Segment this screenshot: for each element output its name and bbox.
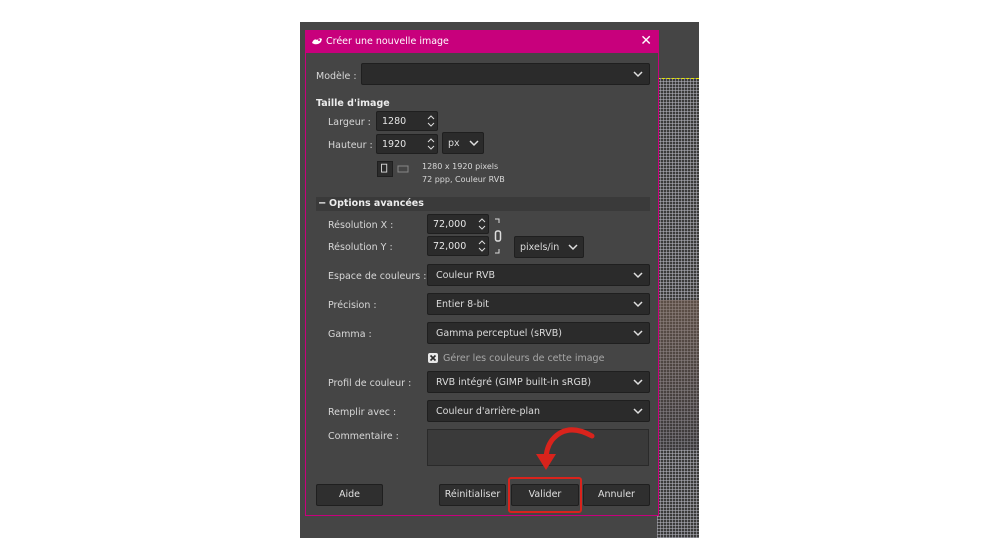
- close-icon[interactable]: ✕: [640, 33, 652, 49]
- chevron-down-icon: [568, 244, 578, 251]
- checkmark-icon: [429, 354, 437, 362]
- res-y-label: Résolution Y :: [328, 242, 393, 253]
- size-info-resolution: 72 ppp, Couleur RVB: [422, 175, 505, 184]
- res-y-value: 72,000: [433, 241, 467, 252]
- collapse-icon: −: [318, 198, 327, 209]
- size-info-pixels: 1280 x 1920 pixels: [422, 162, 499, 171]
- size-unit-select[interactable]: px: [442, 132, 484, 154]
- res-unit-select[interactable]: pixels/in: [514, 236, 584, 258]
- portrait-icon: [381, 163, 388, 173]
- color-profile-select[interactable]: RVB intégré (GIMP built-in sRGB): [427, 371, 650, 393]
- width-input[interactable]: 1280: [376, 111, 438, 131]
- precision-label: Précision :: [328, 300, 377, 311]
- precision-select[interactable]: Entier 8-bit: [427, 293, 650, 315]
- colorspace-label: Espace de couleurs :: [328, 271, 427, 282]
- image-size-heading: Taille d'image: [316, 98, 390, 109]
- spin-arrows-icon[interactable]: [427, 137, 435, 151]
- height-label: Hauteur :: [328, 140, 373, 151]
- chevron-down-icon: [633, 379, 643, 386]
- chevron-down-icon: [633, 71, 643, 78]
- manage-colors-label[interactable]: Gérer les couleurs de cette image: [443, 353, 604, 364]
- width-label: Largeur :: [328, 117, 371, 128]
- res-x-label: Résolution X :: [328, 220, 394, 231]
- canvas-photo-content: [657, 300, 699, 450]
- res-y-input[interactable]: 72,000: [427, 236, 489, 256]
- template-select[interactable]: [361, 63, 650, 85]
- gamma-value: Gamma perceptuel (sRVB): [436, 328, 562, 339]
- ok-button-highlight: [508, 477, 582, 513]
- color-profile-label: Profil de couleur :: [328, 378, 412, 389]
- size-unit-value: px: [448, 138, 460, 149]
- chain-link-icon[interactable]: [493, 217, 503, 255]
- height-value: 1920: [382, 139, 407, 150]
- colorspace-select[interactable]: Couleur RVB: [427, 264, 650, 286]
- gimp-logo-icon: [312, 38, 322, 45]
- portrait-orientation-button[interactable]: [377, 161, 393, 177]
- dialog-title: Créer une nouvelle image: [326, 36, 449, 47]
- res-x-value: 72,000: [433, 219, 467, 230]
- help-button[interactable]: Aide: [316, 484, 383, 506]
- template-label: Modèle :: [316, 71, 357, 82]
- spin-arrows-icon[interactable]: [478, 239, 486, 253]
- chevron-down-icon: [633, 408, 643, 415]
- color-profile-value: RVB intégré (GIMP built-in sRGB): [436, 377, 592, 388]
- gamma-select[interactable]: Gamma perceptuel (sRVB): [427, 322, 650, 344]
- fill-value: Couleur d'arrière-plan: [436, 406, 540, 417]
- colorspace-value: Couleur RVB: [436, 270, 495, 281]
- chevron-down-icon: [633, 330, 643, 337]
- reset-button[interactable]: Réinitialiser: [439, 484, 506, 506]
- advanced-options-toggle[interactable]: − Options avancées: [316, 197, 650, 211]
- height-input[interactable]: 1920: [376, 134, 438, 154]
- spin-arrows-icon[interactable]: [427, 114, 435, 128]
- landscape-icon[interactable]: [397, 164, 409, 174]
- manage-colors-checkbox[interactable]: [428, 353, 438, 363]
- cancel-button[interactable]: Annuler: [583, 484, 650, 506]
- res-x-input[interactable]: 72,000: [427, 214, 489, 234]
- fill-label: Remplir avec :: [328, 407, 397, 418]
- precision-value: Entier 8-bit: [436, 299, 490, 310]
- chevron-down-icon: [633, 301, 643, 308]
- spin-arrows-icon[interactable]: [478, 217, 486, 231]
- res-unit-value: pixels/in: [520, 242, 560, 253]
- comment-label: Commentaire :: [328, 431, 399, 442]
- advanced-options-heading: Options avancées: [329, 198, 424, 209]
- dialog-titlebar: Créer une nouvelle image ✕: [306, 31, 658, 53]
- width-value: 1280: [382, 116, 407, 127]
- curved-arrow-annotation: [536, 427, 595, 470]
- gamma-label: Gamma :: [328, 329, 372, 340]
- canvas-boundary: [657, 78, 699, 79]
- chevron-down-icon: [469, 140, 479, 147]
- chevron-down-icon: [633, 272, 643, 279]
